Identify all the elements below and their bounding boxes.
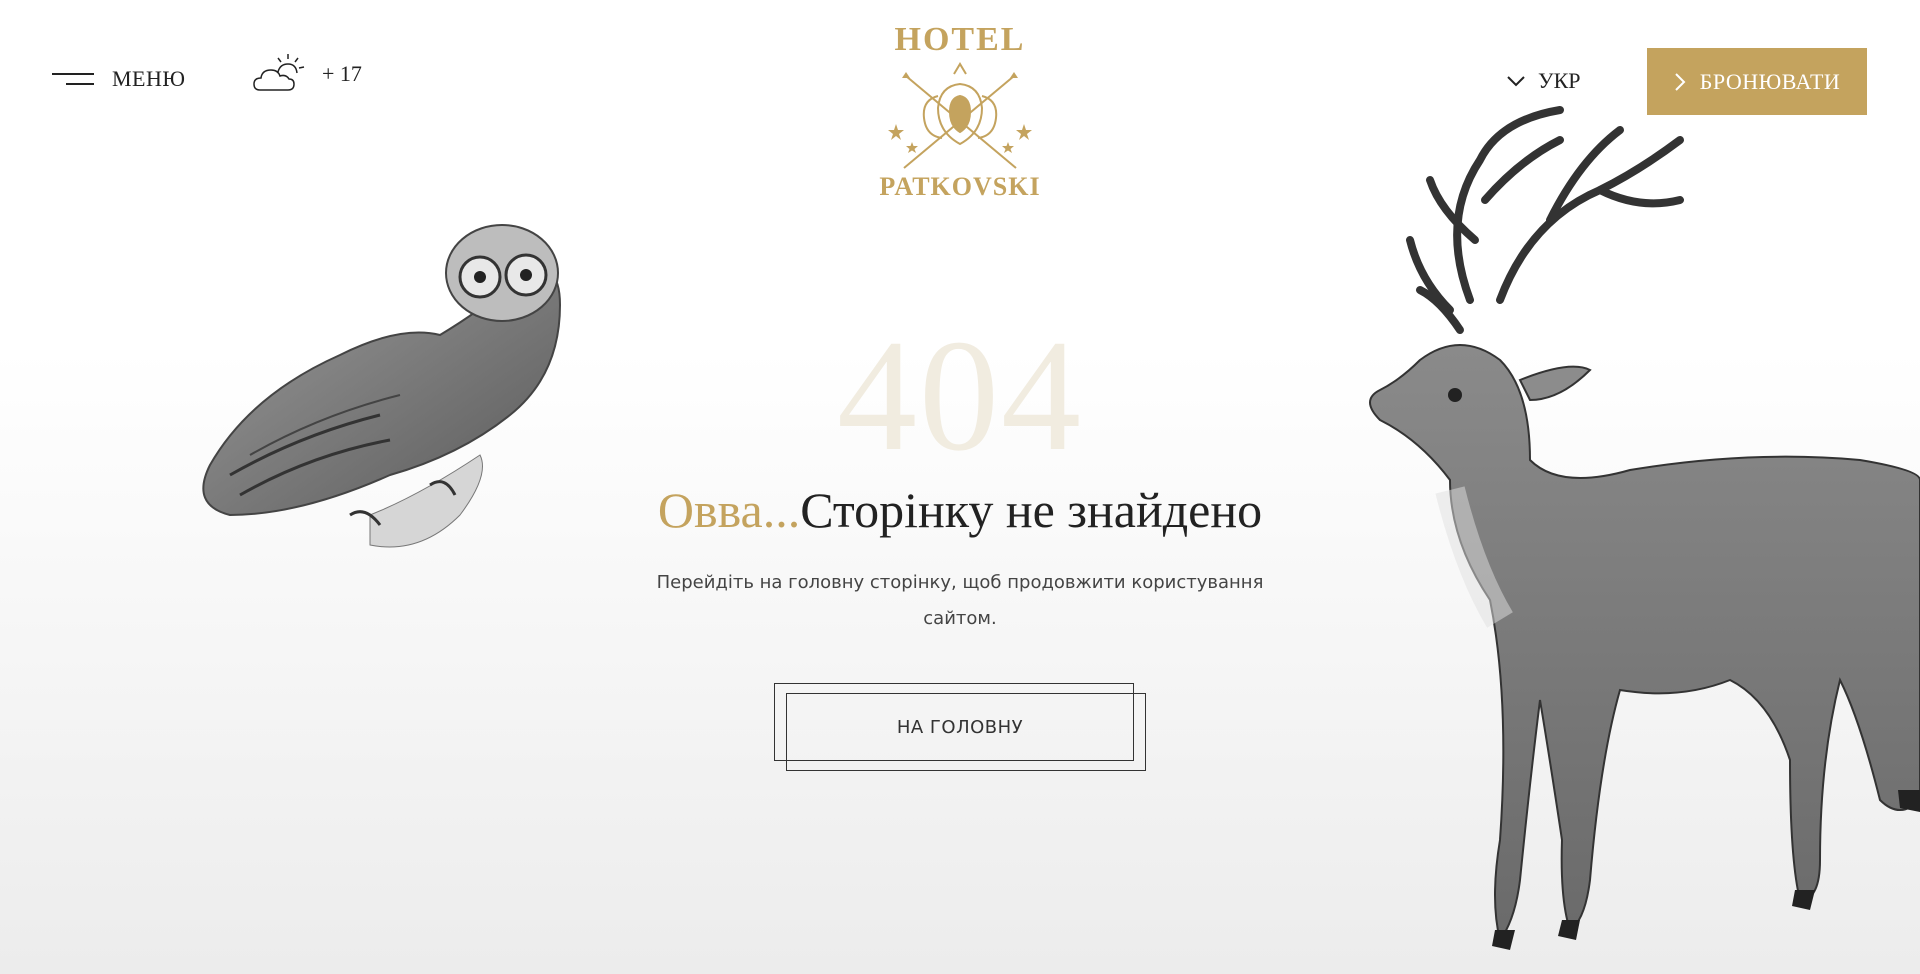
logo-text-bottom: PATKOVSKI bbox=[879, 172, 1041, 201]
weather-temperature: + 17 bbox=[322, 61, 362, 86]
error-description: Перейдіть на головну сторінку, щоб продо… bbox=[656, 572, 1264, 629]
error-code: 404 bbox=[837, 306, 1083, 484]
headline-text: Сторінку не знайдено bbox=[800, 482, 1263, 538]
crest-icon bbox=[888, 62, 1032, 169]
partly-cloudy-icon bbox=[253, 54, 305, 91]
language-label: УКР bbox=[1538, 68, 1581, 93]
hotel-logo[interactable]: HOTEL PATKOVSKI bbox=[866, 22, 1054, 202]
hamburger-icon bbox=[52, 71, 94, 87]
logo-text-top: HOTEL bbox=[894, 21, 1026, 58]
menu-button[interactable]: МЕНЮ bbox=[52, 66, 186, 92]
home-button-label: НА ГОЛОВНУ bbox=[896, 716, 1024, 738]
chevron-right-icon bbox=[1674, 72, 1686, 91]
book-button-label: БРОНЮВАТИ bbox=[1699, 68, 1841, 94]
chevron-down-icon bbox=[1507, 76, 1525, 87]
language-selector[interactable]: УКР bbox=[1506, 68, 1581, 94]
error-headline: Овва...Сторінку не знайдено bbox=[0, 480, 1920, 540]
menu-label: МЕНЮ bbox=[112, 66, 186, 91]
home-button[interactable]: НА ГОЛОВНУ bbox=[774, 683, 1146, 771]
headline-accent: Овва... bbox=[657, 482, 801, 538]
weather-widget: + 17 bbox=[252, 52, 362, 96]
